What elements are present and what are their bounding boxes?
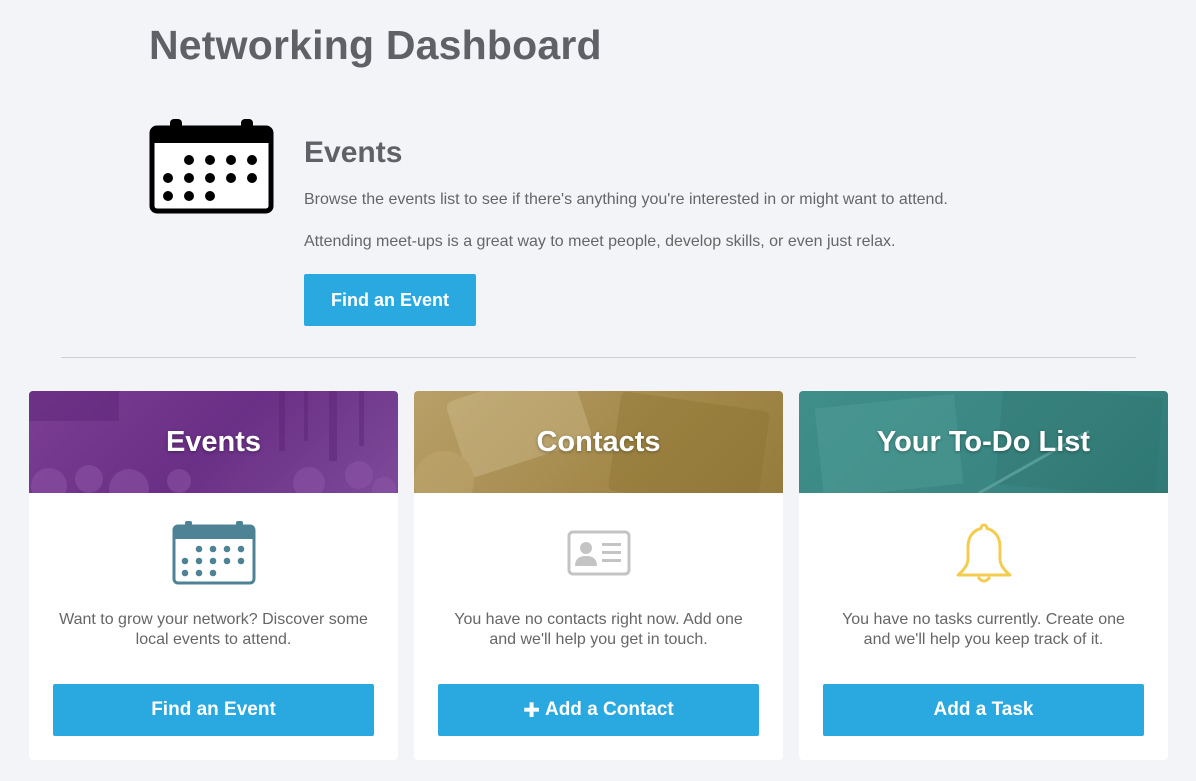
todo-card-description: You have no tasks currently. Create one … [842, 611, 1125, 648]
contact-card-icon [567, 530, 630, 576]
contacts-card-header: Contacts [414, 391, 783, 493]
contacts-card: Contacts You have no contacts right now.… [414, 391, 783, 760]
events-card-description: Want to grow your network? Discover some… [59, 611, 368, 648]
plus-icon: ✚ [523, 699, 540, 722]
contacts-card-description: You have no contacts right now. Add one … [454, 611, 743, 648]
todo-card-title: Your To-Do List [876, 425, 1091, 458]
section-divider [61, 357, 1136, 358]
contacts-card-title: Contacts [536, 425, 661, 458]
add-contact-label: Add a Contact [544, 699, 674, 720]
todo-card: Your To-Do List You have no tasks curren… [799, 391, 1168, 760]
events-card: Events Want to grow your network? Discov… [29, 391, 398, 760]
hero-find-event-button[interactable]: Find an Event [304, 274, 476, 326]
hero-title: Events [304, 136, 403, 169]
hero-description: Browse the events list to see if there's… [304, 191, 948, 208]
add-task-button[interactable]: Add a Task [823, 684, 1144, 736]
find-event-button[interactable]: Find an Event [53, 684, 374, 736]
hero-description-secondary: Attending meet-ups is a great way to mee… [304, 233, 896, 250]
calendar-icon [172, 521, 255, 585]
calendar-icon [149, 119, 274, 214]
todo-card-header: Your To-Do List [799, 391, 1168, 493]
add-contact-button[interactable]: ✚ Add a Contact [438, 684, 759, 736]
bell-icon [956, 523, 1011, 583]
page-title: Networking Dashboard [149, 22, 602, 68]
events-card-title: Events [165, 425, 262, 458]
events-card-header: Events [29, 391, 398, 493]
